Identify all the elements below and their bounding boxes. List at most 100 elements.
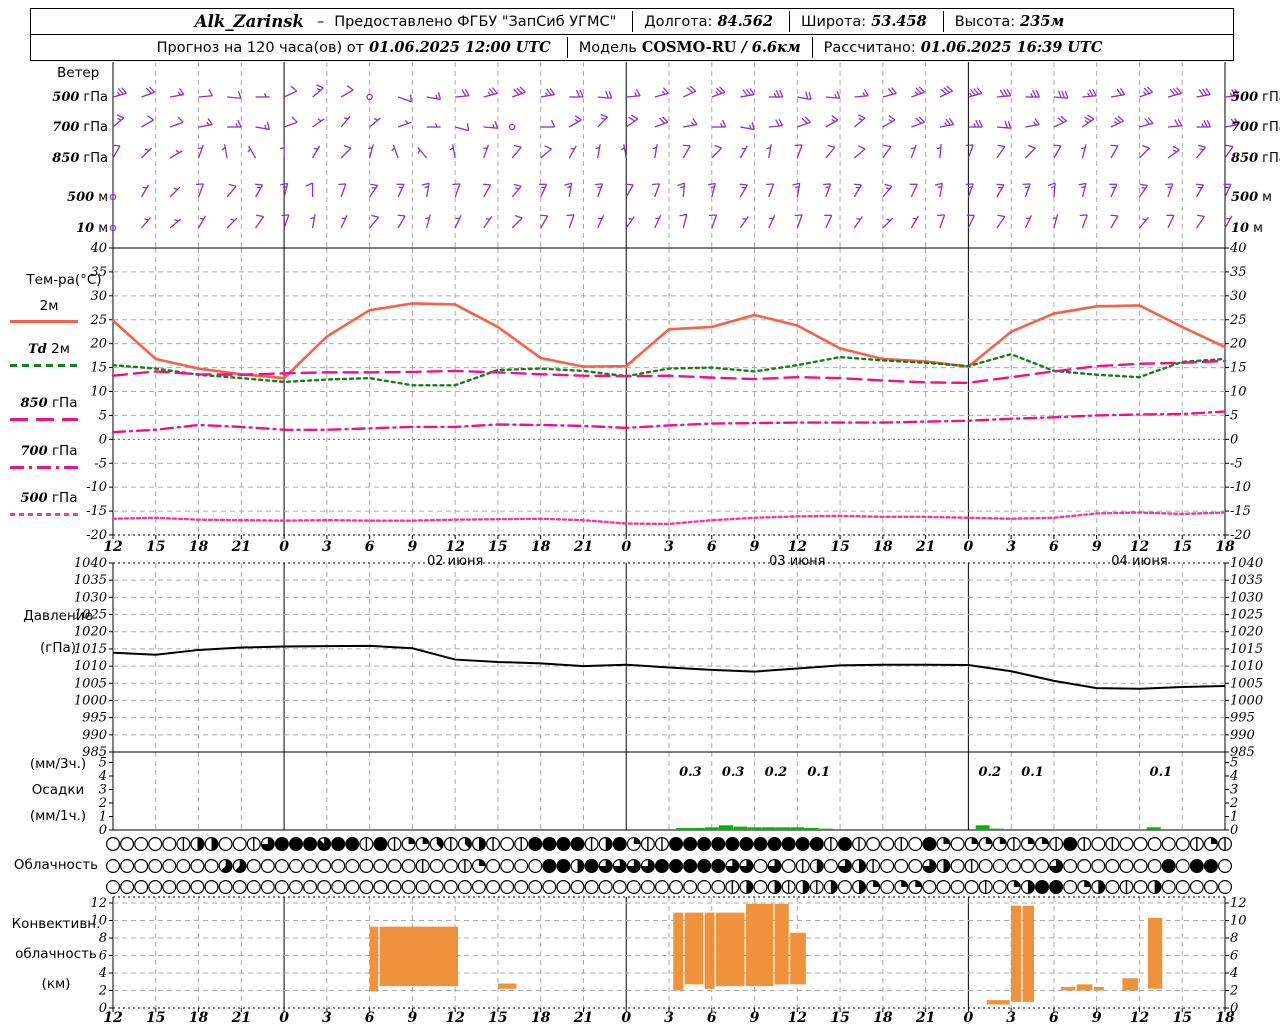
svg-text:1005: 1005: [74, 676, 107, 691]
svg-text:8: 8: [99, 931, 107, 946]
svg-text:12: 12: [90, 896, 107, 911]
svg-text:0.3: 0.3: [722, 765, 745, 780]
svg-text:6: 6: [365, 1010, 375, 1024]
svg-text:03 июня: 03 июня: [769, 554, 825, 569]
svg-text:12: 12: [445, 539, 465, 555]
svg-text:1020: 1020: [74, 625, 107, 640]
svg-text:9: 9: [1092, 1010, 1102, 1024]
svg-text:10: 10: [1230, 385, 1247, 400]
svg-text:18: 18: [1215, 1010, 1235, 1024]
svg-text:30: 30: [90, 289, 107, 304]
svg-text:15: 15: [488, 539, 507, 555]
svg-text:0: 0: [964, 1010, 974, 1024]
svg-text:9: 9: [750, 1010, 760, 1024]
svg-text:850гПа: 850гПа: [52, 151, 108, 166]
svg-text:0: 0: [279, 1010, 289, 1024]
svg-text:1010: 1010: [1230, 659, 1263, 674]
svg-text:2: 2: [1229, 984, 1238, 999]
svg-text:1000: 1000: [74, 693, 107, 708]
svg-text:12: 12: [1130, 1010, 1150, 1024]
svg-text:6: 6: [1230, 949, 1238, 964]
svg-text:1040: 1040: [74, 556, 107, 571]
svg-text:0: 0: [964, 539, 974, 555]
svg-text:-15: -15: [86, 504, 107, 519]
meteogram-page: Alk_Zarinsk – Предоставлено ФГБУ "ЗапСиб…: [0, 0, 1280, 1024]
svg-text:0.1: 0.1: [1021, 765, 1044, 780]
svg-text:21: 21: [915, 539, 935, 555]
svg-text:18: 18: [531, 539, 551, 555]
svg-text:18: 18: [873, 1010, 893, 1024]
svg-text:40: 40: [89, 241, 107, 256]
svg-text:995: 995: [1230, 711, 1255, 726]
svg-text:3: 3: [1006, 539, 1016, 555]
svg-text:990: 990: [82, 728, 107, 743]
svg-text:10: 10: [90, 385, 107, 400]
svg-text:0.2: 0.2: [978, 765, 1001, 780]
svg-text:0: 0: [1230, 823, 1238, 838]
svg-text:0.1: 0.1: [807, 765, 830, 780]
svg-text:0: 0: [1230, 432, 1238, 447]
svg-text:1025: 1025: [74, 608, 107, 623]
svg-text:-15: -15: [1230, 504, 1251, 519]
svg-text:18: 18: [873, 539, 893, 555]
svg-text:40: 40: [1229, 241, 1247, 256]
svg-text:1035: 1035: [1230, 573, 1263, 588]
svg-text:8: 8: [1230, 931, 1238, 946]
svg-text:2: 2: [98, 984, 107, 999]
svg-text:0.2: 0.2: [765, 765, 788, 780]
svg-text:9: 9: [1092, 539, 1102, 555]
svg-text:4: 4: [98, 966, 107, 981]
svg-text:18: 18: [531, 1010, 551, 1024]
svg-text:1000: 1000: [1230, 693, 1263, 708]
svg-text:35: 35: [1230, 265, 1247, 280]
svg-text:0: 0: [99, 823, 107, 838]
svg-text:10м: 10 м: [76, 221, 108, 236]
svg-text:12: 12: [103, 1010, 123, 1024]
meteogram-chart: 500гПа 500гПа 700гПа 700гПа 850гПа 850гПа 500м…: [52, 62, 1280, 1024]
svg-text:0: 0: [279, 539, 289, 555]
svg-text:0.1: 0.1: [1150, 765, 1173, 780]
svg-text:18: 18: [189, 1010, 209, 1024]
svg-text:20: 20: [1229, 337, 1247, 352]
svg-text:0: 0: [621, 539, 631, 555]
svg-text:1030: 1030: [1230, 590, 1263, 605]
svg-text:15: 15: [830, 1010, 849, 1024]
svg-text:15: 15: [1230, 361, 1247, 376]
svg-text:21: 21: [573, 539, 593, 555]
svg-text:12: 12: [788, 539, 808, 555]
svg-text:0: 0: [99, 432, 107, 447]
svg-text:3: 3: [664, 539, 674, 555]
svg-text:9: 9: [408, 539, 418, 555]
svg-text:15: 15: [488, 1010, 507, 1024]
svg-text:15: 15: [830, 539, 849, 555]
svg-text:6: 6: [707, 1010, 717, 1024]
svg-text:-10: -10: [86, 480, 107, 495]
svg-text:15: 15: [1172, 539, 1191, 555]
svg-text:1015: 1015: [1230, 642, 1263, 657]
svg-text:995: 995: [82, 711, 107, 726]
svg-text:3: 3: [322, 1010, 332, 1024]
svg-text:21: 21: [231, 539, 251, 555]
svg-text:6: 6: [365, 539, 375, 555]
svg-text:700гПа: 700гПа: [52, 120, 108, 135]
svg-text:10: 10: [90, 914, 107, 929]
svg-text:15: 15: [1172, 1010, 1191, 1024]
svg-text:21: 21: [915, 1010, 935, 1024]
svg-text:21: 21: [231, 1010, 251, 1024]
svg-text:30: 30: [1230, 289, 1247, 304]
svg-text:20: 20: [89, 337, 107, 352]
svg-text:4: 4: [1229, 966, 1238, 981]
svg-text:25: 25: [1229, 313, 1247, 328]
svg-text:5: 5: [1230, 408, 1238, 423]
svg-text:12: 12: [1230, 896, 1247, 911]
svg-text:10м: 10 м: [1231, 221, 1263, 236]
svg-text:-10: -10: [1230, 480, 1251, 495]
svg-text:500м: 500 м: [1231, 190, 1272, 205]
svg-text:1030: 1030: [74, 590, 107, 605]
svg-text:1005: 1005: [1230, 676, 1263, 691]
svg-text:-5: -5: [1230, 456, 1243, 471]
svg-text:3: 3: [1006, 1010, 1016, 1024]
svg-text:3: 3: [664, 1010, 674, 1024]
svg-text:35: 35: [90, 265, 107, 280]
svg-text:-5: -5: [94, 456, 107, 471]
